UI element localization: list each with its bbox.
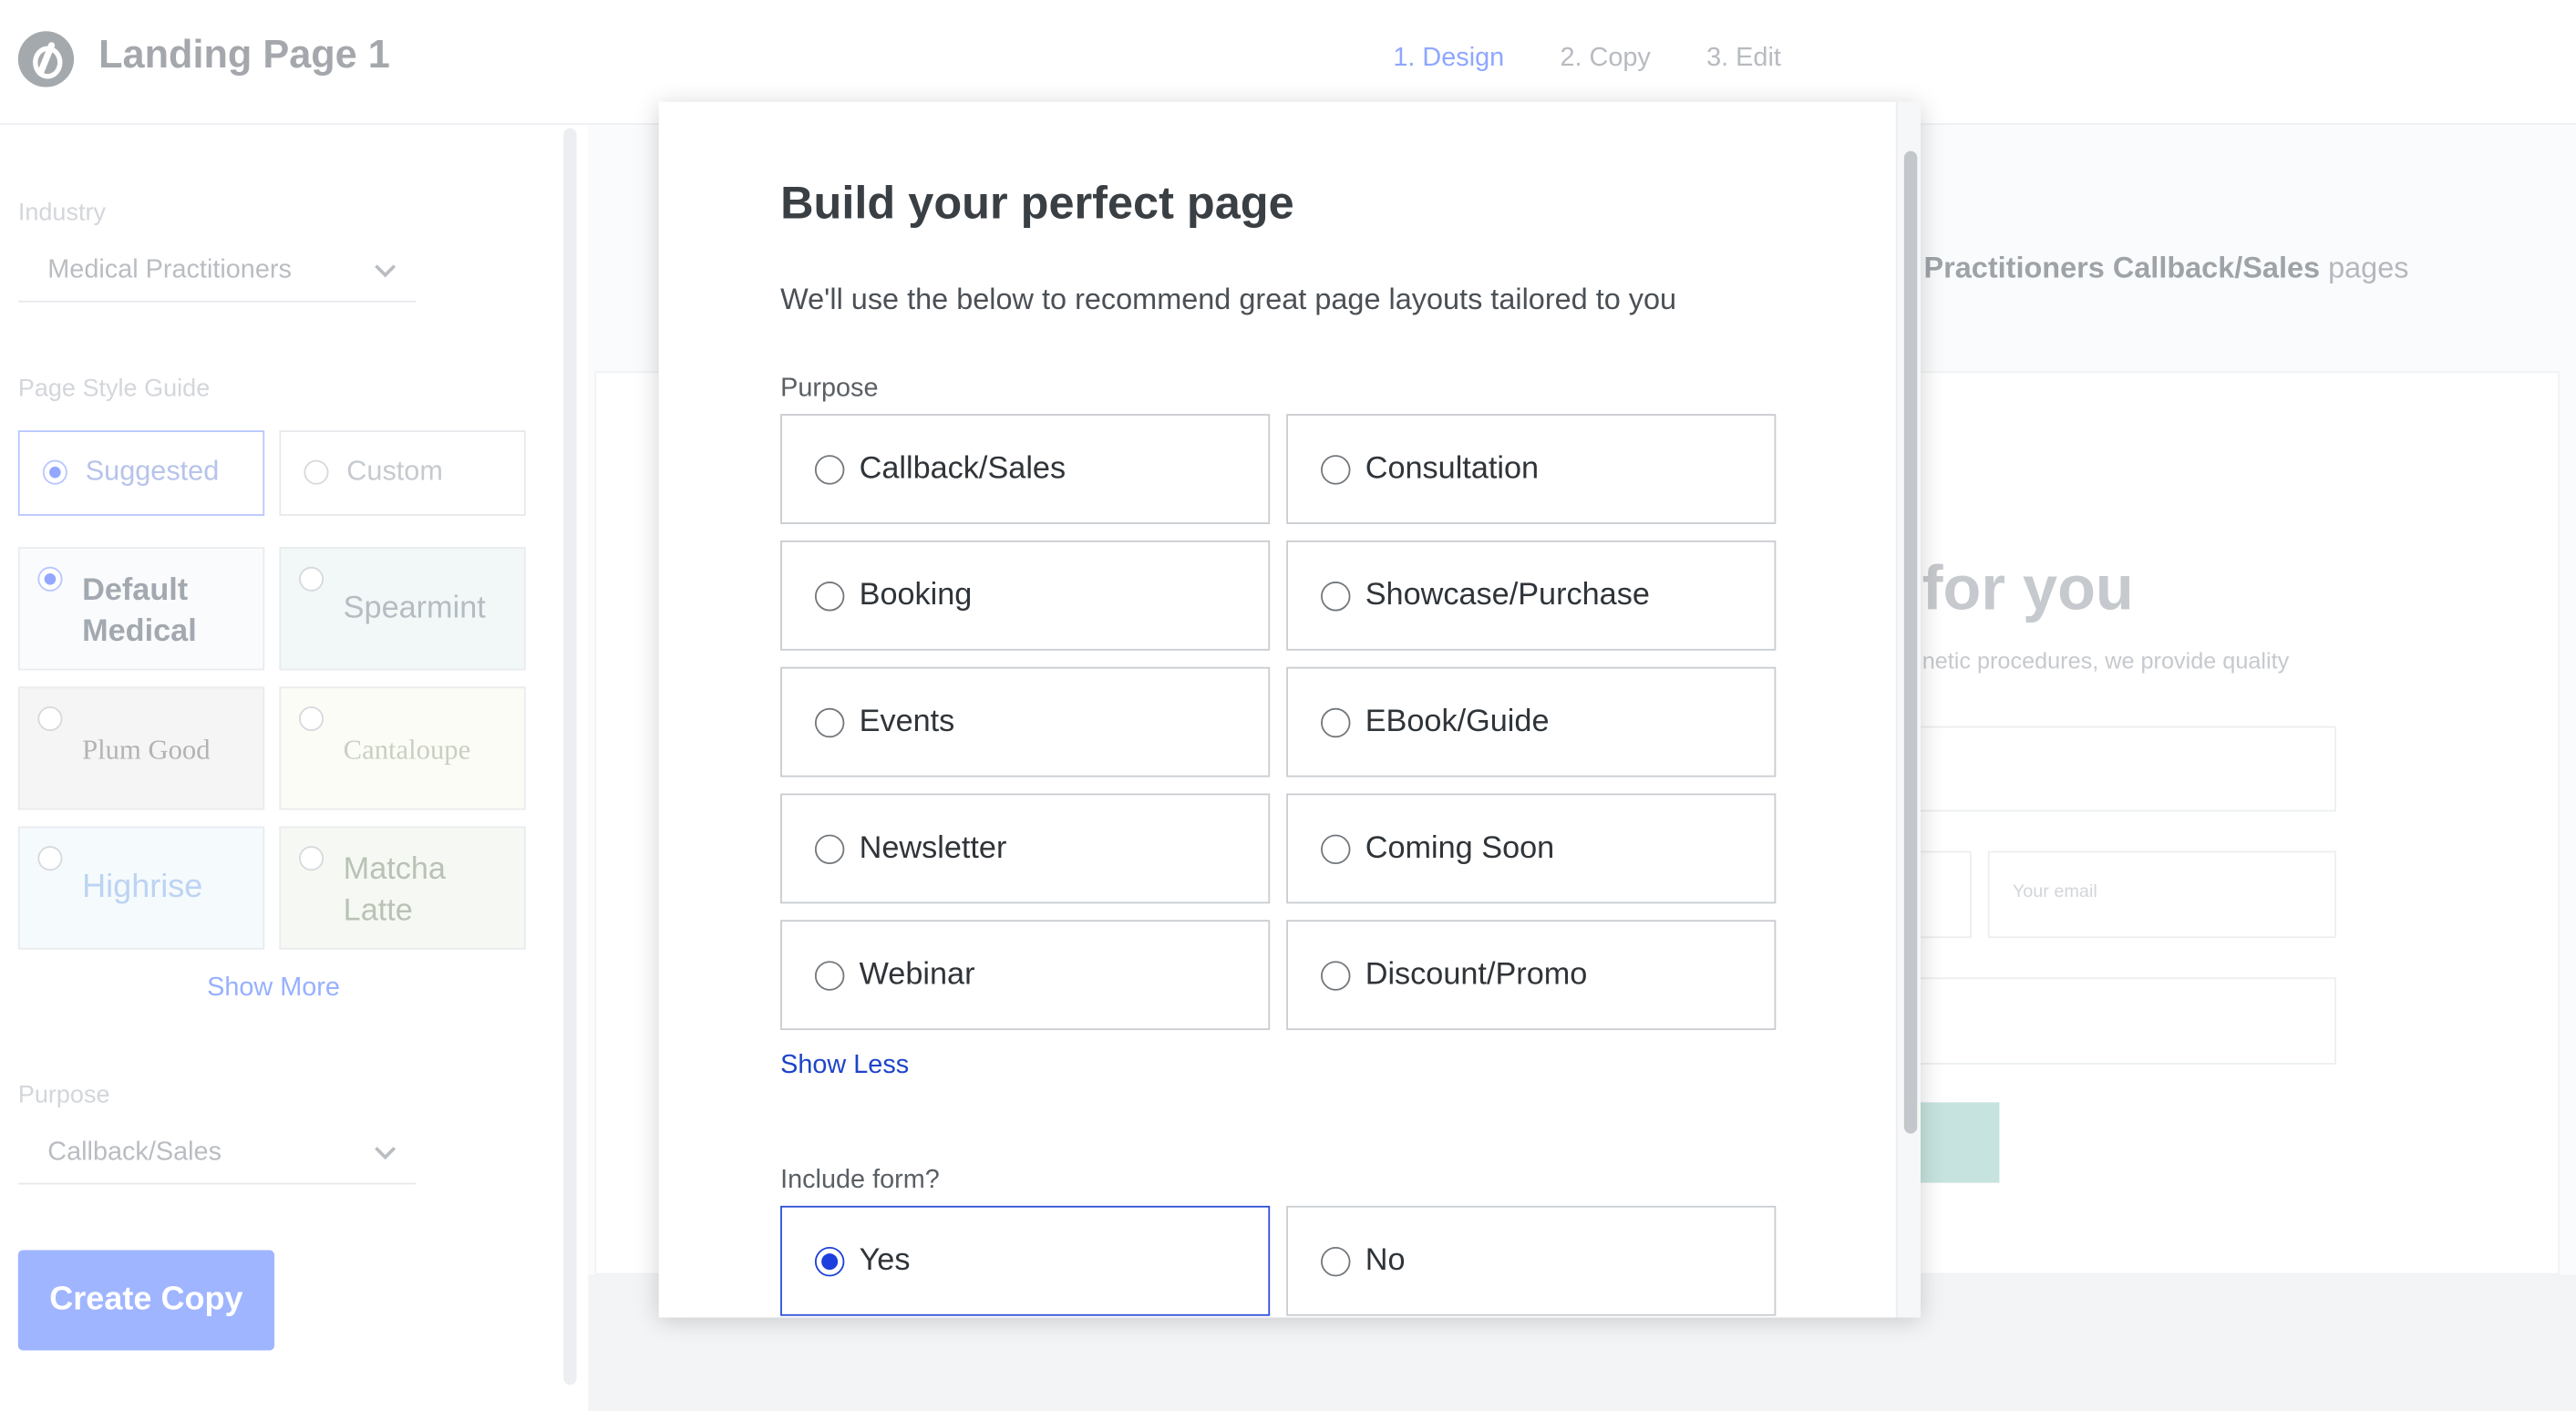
theme-plum-good[interactable]: Plum Good: [17, 686, 265, 810]
chevron-down-icon: [375, 1138, 397, 1160]
include-form-label: Include form?: [780, 1166, 940, 1195]
theme-default-medical[interactable]: Default Medical: [17, 547, 265, 671]
radio-icon: [37, 706, 63, 732]
option-label: Showcase/Purchase: [1365, 578, 1650, 613]
preview-name-field: [1919, 850, 1972, 939]
option-label: No: [1365, 1243, 1406, 1279]
radio-icon: [37, 566, 63, 592]
option-label: EBook/Guide: [1365, 705, 1550, 740]
theme-name: Highrise: [82, 869, 203, 906]
purpose-value: Callback/Sales: [47, 1138, 222, 1167]
preview-heading-bold: Practitioners Callback/Sales: [1923, 251, 2321, 284]
preview-heading-rest: pages: [2320, 251, 2409, 284]
preview-heading: Practitioners Callback/Sales pages: [1923, 252, 2408, 286]
purpose-option-events[interactable]: Events: [780, 666, 1271, 778]
radio-icon: [37, 846, 63, 871]
purpose-option-ebook-guide[interactable]: EBook/Guide: [1286, 666, 1777, 778]
industry-label: Industry: [17, 199, 106, 227]
option-label: Consultation: [1365, 451, 1540, 487]
style-custom-option[interactable]: Custom: [279, 430, 526, 516]
option-label: Yes: [859, 1243, 911, 1279]
radio-icon: [814, 455, 845, 485]
theme-name: Spearmint: [343, 591, 486, 626]
preview-email-placeholder: Your email: [2012, 881, 2097, 902]
option-label: Discount/Promo: [1365, 957, 1588, 993]
show-more-link[interactable]: Show More: [207, 974, 340, 1004]
purpose-option-callback-sales[interactable]: Callback/Sales: [780, 414, 1271, 524]
purpose-option-consultation[interactable]: Consultation: [1286, 414, 1777, 524]
app-logo-icon[interactable]: [17, 31, 75, 88]
radio-icon: [1321, 1246, 1351, 1277]
create-copy-button[interactable]: Create Copy: [17, 1250, 274, 1351]
step-nav: 1. Design 2. Copy 3. Edit: [1393, 45, 1781, 74]
purpose-option-webinar[interactable]: Webinar: [780, 920, 1271, 1031]
modal-title: Build your perfect page: [780, 177, 1294, 229]
theme-name: Default Medical: [82, 573, 197, 649]
option-label: Newsletter: [859, 830, 1007, 866]
left-sidebar: Industry Medical Practitioners Page Styl…: [0, 124, 559, 1411]
option-label: Booking: [859, 578, 973, 613]
radio-icon: [1321, 455, 1351, 485]
theme-matcha-latte[interactable]: Matcha Latte: [279, 826, 526, 950]
purpose-select[interactable]: Callback/Sales: [17, 1128, 416, 1185]
theme-highrise[interactable]: Highrise: [17, 826, 265, 950]
form-option-yes[interactable]: Yes: [780, 1205, 1271, 1316]
purpose-label: Purpose: [17, 1080, 110, 1109]
purpose-option-showcase-purchase[interactable]: Showcase/Purchase: [1286, 540, 1777, 651]
industry-value: Medical Practitioners: [47, 256, 292, 284]
purpose-option-newsletter[interactable]: Newsletter: [780, 793, 1271, 904]
radio-icon: [299, 706, 325, 732]
option-label: Events: [859, 705, 955, 740]
radio-icon: [42, 459, 67, 485]
step-copy[interactable]: 2. Copy: [1560, 45, 1650, 74]
option-label: Coming Soon: [1365, 830, 1555, 866]
radio-icon: [1321, 961, 1351, 991]
preview-submit-button: [1919, 1102, 2000, 1183]
radio-icon: [299, 566, 325, 592]
theme-name: Matcha Latte: [343, 852, 446, 929]
radio-icon: [814, 582, 845, 612]
radio-icon: [814, 834, 845, 865]
purpose-option-booking[interactable]: Booking: [780, 540, 1271, 651]
theme-name: Cantaloupe: [343, 734, 471, 766]
modal-scrollbar[interactable]: [1895, 101, 1921, 1318]
option-label: Webinar: [859, 957, 975, 993]
radio-icon: [814, 707, 845, 738]
show-less-link[interactable]: Show Less: [780, 1051, 909, 1080]
app-root: Landing Page 1 1. Design 2. Copy 3. Edit…: [0, 0, 2576, 1411]
form-option-no[interactable]: No: [1286, 1205, 1777, 1316]
option-label: Callback/Sales: [859, 451, 1066, 487]
radio-icon: [1321, 582, 1351, 612]
page-title: Landing Page 1: [98, 33, 390, 77]
step-design[interactable]: 1. Design: [1393, 45, 1504, 74]
purpose-option-coming-soon[interactable]: Coming Soon: [1286, 793, 1777, 904]
theme-spearmint[interactable]: Spearmint: [279, 547, 526, 671]
theme-name: Plum Good: [82, 734, 211, 766]
preview-subtext: netic procedures, we provide quality: [1922, 647, 2290, 674]
radio-icon: [1321, 834, 1351, 865]
purpose-option-discount-promo[interactable]: Discount/Promo: [1286, 920, 1777, 1031]
preview-for-you: for you: [1922, 555, 2134, 624]
radio-icon: [304, 459, 329, 485]
preview-field-3: [1919, 977, 2336, 1065]
radio-icon: [299, 846, 325, 871]
radio-icon: [1321, 707, 1351, 738]
chevron-down-icon: [375, 256, 397, 278]
preview-select-field: [1919, 726, 2336, 812]
radio-icon: [814, 961, 845, 991]
purpose-section-label: Purpose: [780, 374, 879, 403]
radio-checked-icon: [814, 1246, 845, 1277]
sidebar-scrollbar[interactable]: [563, 128, 577, 1385]
modal-subtitle: We'll use the below to recommend great p…: [780, 282, 1677, 316]
theme-cantaloupe[interactable]: Cantaloupe: [279, 686, 526, 810]
step-edit[interactable]: 3. Edit: [1706, 45, 1781, 74]
style-suggested-label: Suggested: [85, 455, 220, 487]
build-page-modal: Build your perfect page We'll use the be…: [658, 101, 1921, 1318]
style-suggested-option[interactable]: Suggested: [17, 430, 265, 516]
style-guide-label: Page Style Guide: [17, 374, 211, 403]
industry-select[interactable]: Medical Practitioners: [17, 246, 416, 303]
modal-scrollbar-thumb[interactable]: [1903, 150, 1918, 1134]
style-custom-label: Custom: [346, 455, 443, 487]
